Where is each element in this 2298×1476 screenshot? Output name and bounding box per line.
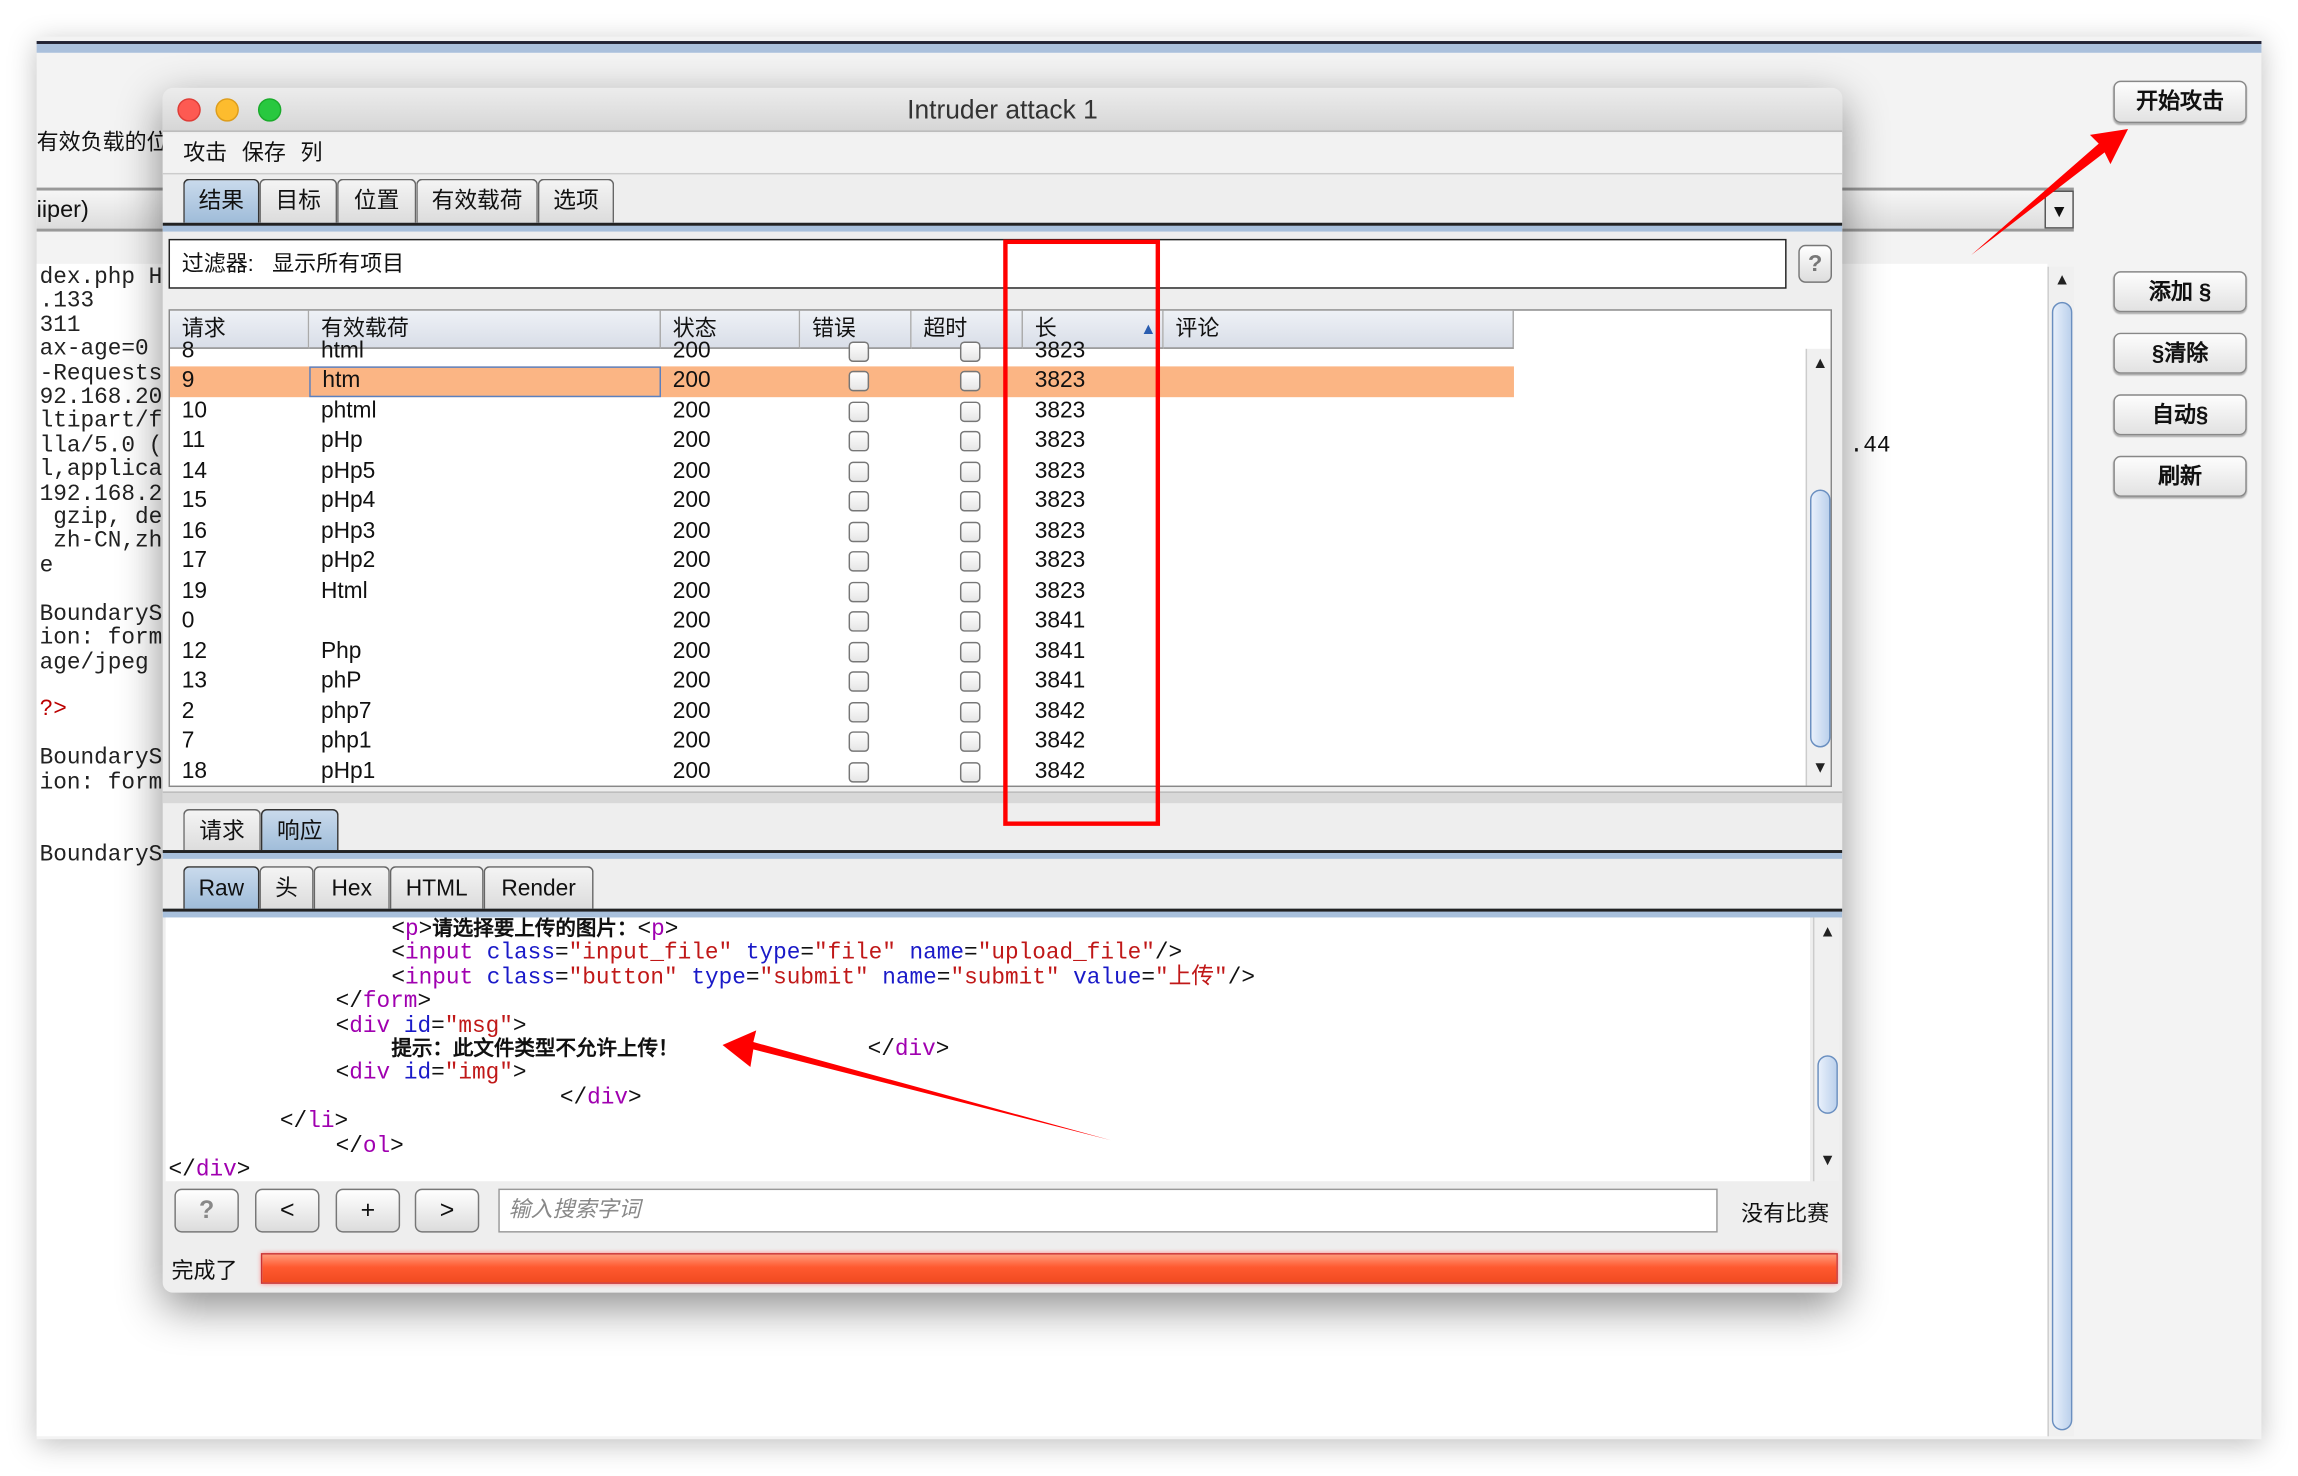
highlight-rectangle xyxy=(1003,239,1161,826)
annotations xyxy=(722,128,2129,1141)
arrow-to-start-icon xyxy=(1971,128,2129,256)
screen: 有效负载的位 iiper) ▼ dex.php H .133 311 ax-age=0… xyxy=(0,0,2298,1476)
arrow-to-message-icon xyxy=(722,1030,1111,1141)
